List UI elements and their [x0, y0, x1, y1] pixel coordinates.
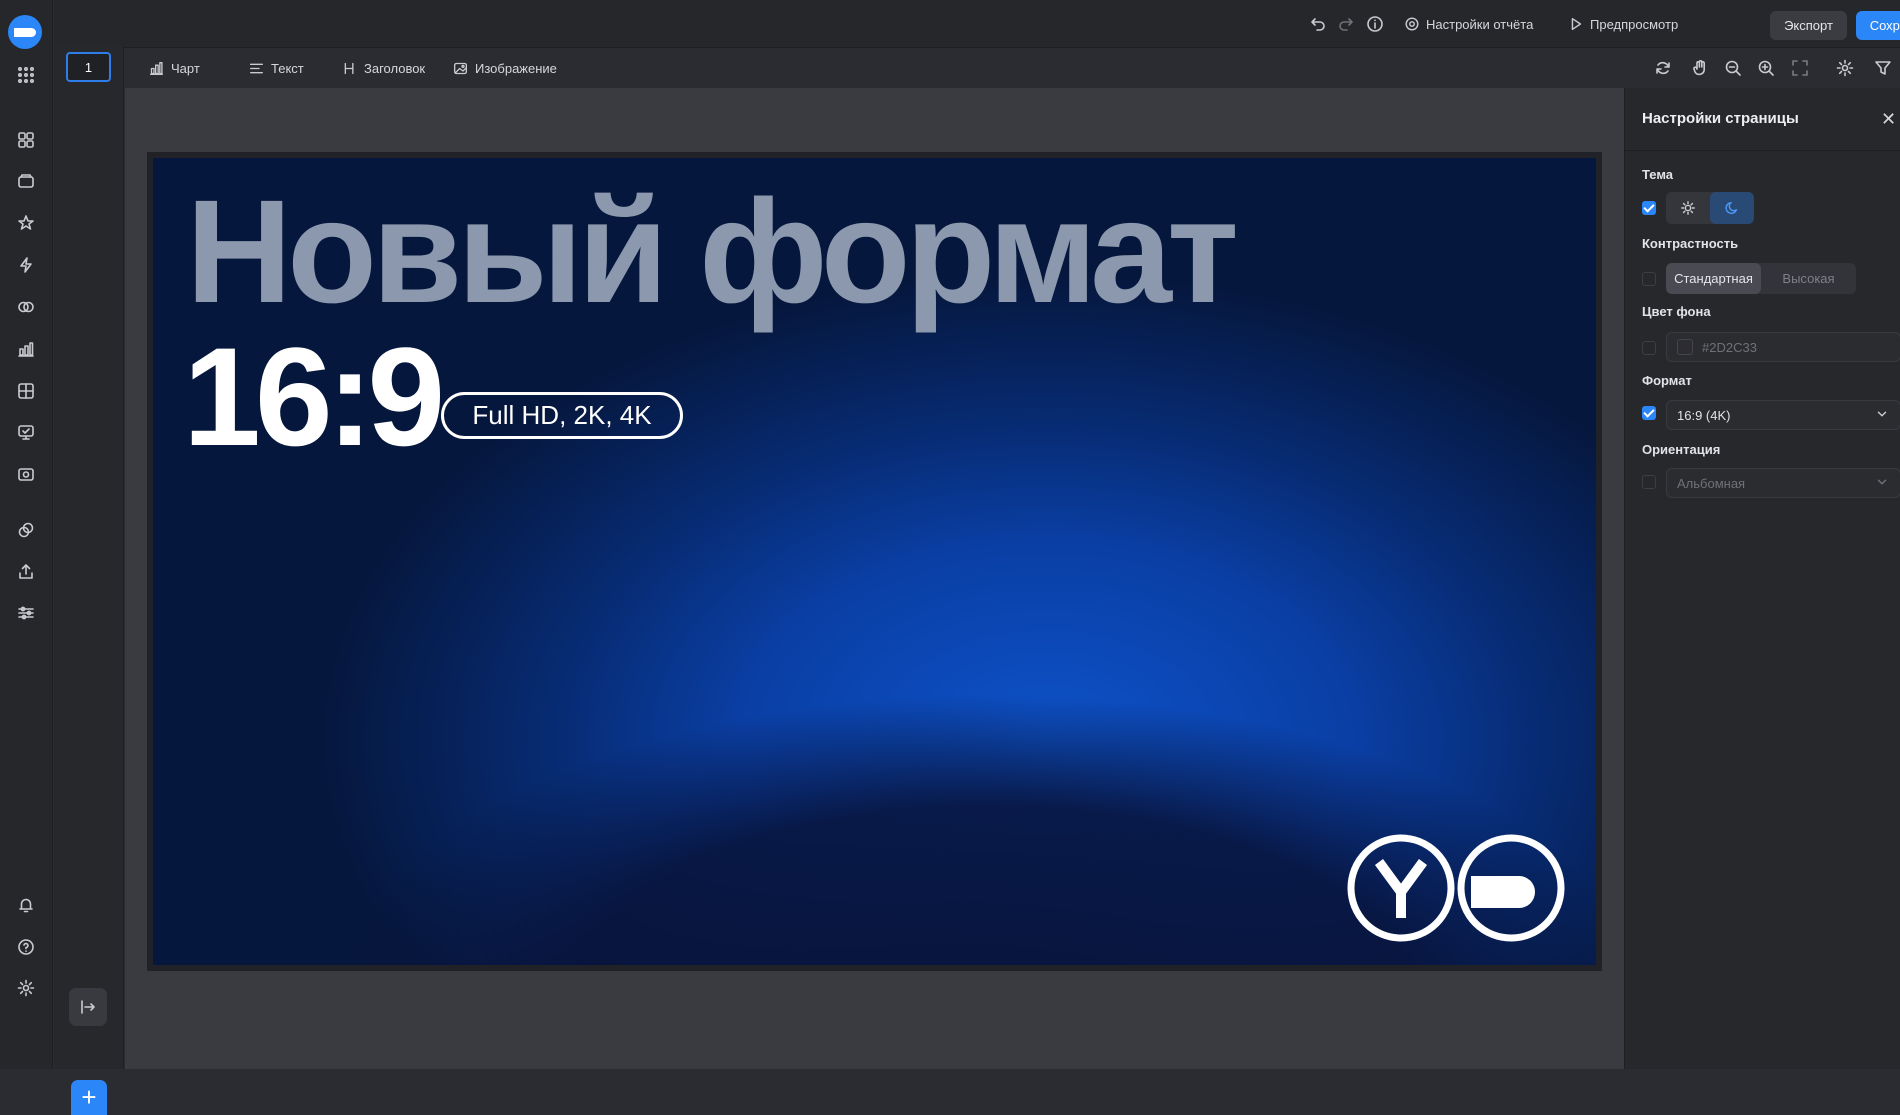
orientation-label: Ориентация: [1642, 442, 1721, 457]
integrations-icon[interactable]: [14, 518, 38, 542]
insert-image-button[interactable]: Изображение: [453, 56, 557, 80]
filter-icon[interactable]: [1871, 56, 1895, 80]
contrast-high-option[interactable]: Высокая: [1761, 263, 1856, 294]
page-thumbnail[interactable]: 1: [66, 52, 111, 82]
sun-icon: [1680, 200, 1696, 216]
slide[interactable]: Новый формат 16:9 Full HD, 2K, 4K: [153, 158, 1596, 965]
top-bar: Настройки отчёта Предпросмотр Экспорт Со…: [54, 0, 1900, 48]
collapse-panel-button[interactable]: [69, 988, 107, 1026]
contrast-standard-option[interactable]: Стандартная: [1666, 263, 1761, 294]
slide-ratio-text[interactable]: 16:9: [183, 316, 445, 478]
contrast-toggle: Стандартная Высокая: [1666, 263, 1856, 294]
slide-title[interactable]: Новый формат: [186, 168, 1239, 337]
export-button[interactable]: Экспорт: [1770, 11, 1847, 40]
preview-label: Предпросмотр: [1590, 16, 1679, 32]
app-logo-icon[interactable]: [8, 15, 42, 49]
info-icon[interactable]: [1366, 15, 1384, 33]
zoom-out-icon[interactable]: [1721, 56, 1745, 80]
chevron-down-icon: [1874, 406, 1890, 422]
reports-icon[interactable]: [14, 420, 38, 444]
theme-dark-option[interactable]: [1710, 192, 1754, 224]
heading-icon: [342, 61, 357, 76]
chevron-down-icon: [1874, 474, 1890, 490]
connections-icon[interactable]: [14, 253, 38, 277]
report-settings-label: Настройки отчёта: [1426, 16, 1534, 32]
fullscreen-icon[interactable]: [1788, 56, 1812, 80]
add-page-button[interactable]: +: [71, 1080, 107, 1115]
hand-pan-icon[interactable]: [1688, 56, 1712, 80]
background-color-value: #2D2C33: [1702, 339, 1757, 355]
insert-image-label: Изображение: [475, 60, 557, 76]
play-icon: [1568, 16, 1584, 32]
orientation-select[interactable]: Альбомная: [1666, 468, 1900, 498]
save-button[interactable]: Сохранить: [1856, 11, 1900, 40]
charts-icon[interactable]: [14, 337, 38, 361]
help-icon[interactable]: [14, 935, 38, 959]
refresh-icon[interactable]: [1651, 56, 1675, 80]
notifications-bell-icon[interactable]: [14, 893, 38, 917]
preview-button[interactable]: Предпросмотр: [1568, 12, 1678, 36]
insert-text-button[interactable]: Текст: [249, 56, 304, 80]
settings-gear-icon[interactable]: [14, 976, 38, 1000]
insert-heading-label: Заголовок: [364, 60, 426, 76]
collections-icon[interactable]: [14, 169, 38, 193]
resolution-badge[interactable]: Full HD, 2K, 4K: [441, 392, 683, 439]
insert-toolbar: Чарт Текст Заголовок Изображение: [124, 48, 1624, 88]
save-label: Сохранить: [1869, 18, 1900, 33]
redo-icon[interactable]: [1337, 15, 1355, 33]
text-lines-icon: [249, 61, 264, 76]
dashboard-icon[interactable]: [14, 128, 38, 152]
image-icon: [453, 61, 468, 76]
orientation-checkbox[interactable]: [1642, 475, 1656, 489]
collapse-arrow-icon: [81, 1000, 95, 1014]
gear-icon: [1404, 16, 1420, 32]
theme-light-option[interactable]: [1666, 192, 1710, 224]
insert-heading-button[interactable]: Заголовок: [342, 56, 425, 80]
format-checkbox[interactable]: [1642, 406, 1656, 420]
filters-settings-icon[interactable]: [14, 601, 38, 625]
theme-toggle: [1666, 192, 1754, 224]
pages-panel: 1 +: [54, 46, 124, 1115]
panel-divider: [1625, 150, 1900, 151]
datasets-icon[interactable]: [14, 295, 38, 319]
contrast-label: Контрастность: [1642, 236, 1739, 251]
tables-icon[interactable]: [14, 379, 38, 403]
theme-label: Тема: [1642, 167, 1674, 182]
contrast-checkbox[interactable]: [1642, 272, 1656, 286]
page-settings-panel: Настройки страницы ✕ Тема Контрастность …: [1624, 88, 1900, 1069]
yandex-logo-icon: [1347, 834, 1455, 942]
slide-frame[interactable]: Новый формат 16:9 Full HD, 2K, 4K: [147, 152, 1602, 971]
format-label: Формат: [1642, 373, 1692, 388]
background-color-field[interactable]: #2D2C33: [1666, 332, 1900, 362]
media-icon[interactable]: [14, 462, 38, 486]
zoom-in-icon[interactable]: [1754, 56, 1778, 80]
left-navigation-rail: [0, 0, 53, 1069]
moon-icon: [1724, 200, 1740, 216]
page-settings-gear-icon[interactable]: [1833, 56, 1857, 80]
share-icon[interactable]: [14, 560, 38, 584]
chart-icon: [149, 61, 164, 76]
insert-text-label: Текст: [271, 60, 304, 76]
export-label: Экспорт: [1784, 18, 1833, 33]
insert-chart-label: Чарт: [171, 60, 200, 76]
report-settings-button[interactable]: Настройки отчёта: [1404, 12, 1533, 36]
insert-chart-button[interactable]: Чарт: [149, 56, 200, 80]
theme-checkbox[interactable]: [1642, 201, 1656, 215]
apps-grid-icon[interactable]: [14, 63, 38, 87]
orientation-value: Альбомная: [1677, 475, 1746, 491]
format-select[interactable]: 16:9 (4K): [1666, 400, 1900, 430]
star-icon[interactable]: [14, 211, 38, 235]
close-panel-button[interactable]: ✕: [1881, 110, 1896, 128]
undo-icon[interactable]: [1309, 15, 1327, 33]
panel-title: Настройки страницы: [1642, 110, 1799, 127]
background-color-checkbox[interactable]: [1642, 341, 1656, 355]
background-color-label: Цвет фона: [1642, 304, 1711, 319]
datalens-logo-icon: [1457, 834, 1565, 942]
format-value: 16:9 (4K): [1677, 407, 1731, 423]
color-swatch[interactable]: [1677, 339, 1693, 355]
